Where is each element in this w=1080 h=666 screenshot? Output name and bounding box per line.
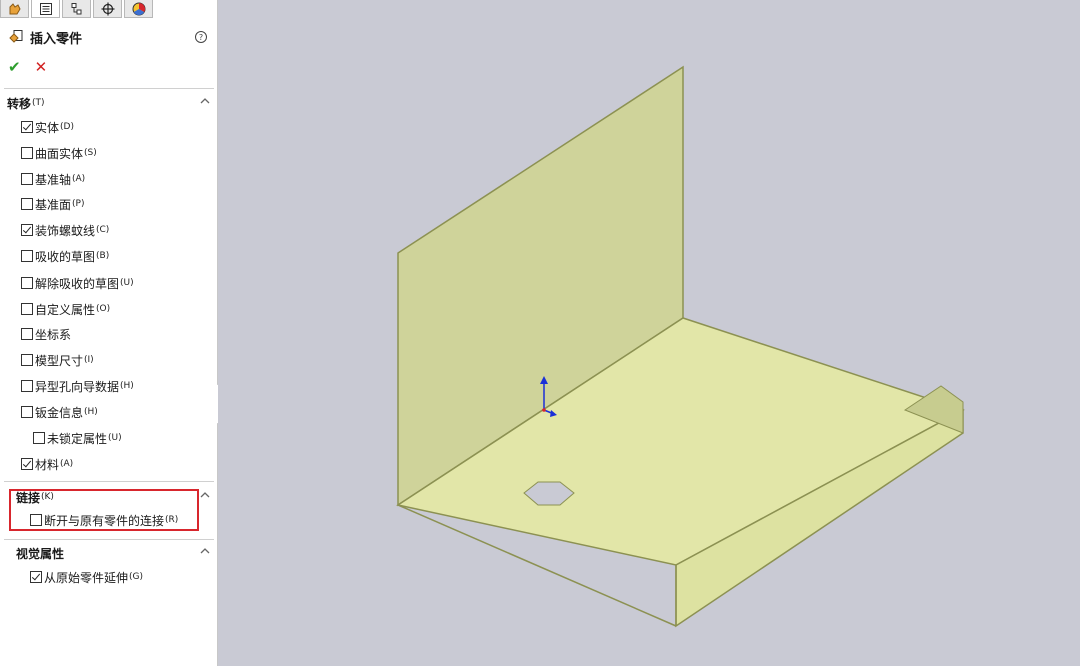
divider <box>4 481 214 482</box>
option-label: 未锁定属性 <box>47 431 108 446</box>
checkbox-unlocked-properties[interactable] <box>33 432 45 444</box>
option-surface-bodies[interactable]: 曲面实体 (S) <box>21 144 97 162</box>
checkbox-sheet-metal-info[interactable] <box>21 406 33 418</box>
option-label: 从原始零件延伸 <box>44 570 129 585</box>
option-label: 曲面实体 <box>35 146 84 161</box>
option-sheet-metal-info[interactable]: 钣金信息 (H) <box>21 403 98 421</box>
divider <box>4 88 214 89</box>
configuration-manager-icon <box>71 2 81 14</box>
option-hotkey: (H) <box>120 381 134 391</box>
feature-manager-icon <box>9 2 21 14</box>
option-coordinate-systems[interactable]: 坐标系 <box>21 325 72 343</box>
option-label: 实体 <box>35 120 60 135</box>
part-model[interactable] <box>218 0 1080 666</box>
option-label: 吸收的草图 <box>35 249 96 264</box>
svg-text:?: ? <box>199 33 203 42</box>
option-hotkey: (S) <box>84 148 97 158</box>
tab-dimxpert-manager[interactable] <box>93 0 122 18</box>
divider <box>4 539 214 540</box>
option-hotkey: (D) <box>60 122 74 132</box>
chevron-up-icon[interactable] <box>199 545 211 557</box>
checkbox-propagate-visual[interactable] <box>30 571 42 583</box>
option-hotkey: (A) <box>60 459 74 469</box>
option-hotkey: (O) <box>96 304 111 314</box>
cancel-button[interactable]: ✕ <box>35 58 48 76</box>
checkbox-model-dimensions[interactable] <box>21 354 33 366</box>
option-label: 坐标系 <box>35 327 72 342</box>
option-model-dimensions[interactable]: 模型尺寸 (I) <box>21 351 94 369</box>
graphics-viewport[interactable] <box>218 0 1080 666</box>
option-label: 装饰螺蚊线 <box>35 223 96 238</box>
panel-title: 插入零件 <box>30 31 83 47</box>
panel-title-row: 插入零件 ? <box>8 27 210 47</box>
chevron-up-icon[interactable] <box>199 489 211 501</box>
option-material[interactable]: 材料 (A) <box>21 455 73 473</box>
option-label: 模型尺寸 <box>35 353 84 368</box>
checkbox-surface-bodies[interactable] <box>21 147 33 159</box>
tab-display-manager[interactable] <box>124 0 153 18</box>
option-hotkey: (I) <box>84 355 94 365</box>
section-transfer-header[interactable]: 转移 (T) <box>7 94 213 112</box>
checkbox-custom-properties[interactable] <box>21 303 33 315</box>
checkbox-coordinate-systems[interactable] <box>21 328 33 340</box>
section-transfer-label: 转移 <box>7 96 32 111</box>
option-hotkey: (P) <box>72 199 85 209</box>
property-manager-icon <box>39 2 52 15</box>
option-hotkey: (C) <box>96 225 110 235</box>
option-label: 材料 <box>35 457 60 472</box>
option-label: 自定义属性 <box>35 302 96 317</box>
help-icon[interactable]: ? <box>194 30 208 44</box>
action-row: ✔ ✕ <box>8 58 47 76</box>
option-solid-bodies[interactable]: 实体 (D) <box>21 118 74 136</box>
option-axes[interactable]: 基准轴 (A) <box>21 170 85 188</box>
option-label: 钣金信息 <box>35 405 84 420</box>
checkbox-planes[interactable] <box>21 198 33 210</box>
option-cosmetic-threads[interactable]: 装饰螺蚊线 (C) <box>21 221 109 239</box>
checkbox-solid-bodies[interactable] <box>21 121 33 133</box>
section-visual-header[interactable]: 视觉属性 <box>16 544 213 562</box>
option-hotkey: (U) <box>120 278 134 288</box>
property-manager-panel: 插入零件 ? ✔ ✕ 转移 (T) 实体 (D) 曲面实体 (S) 基准轴 (A) 基… <box>0 0 218 666</box>
checkbox-hole-wizard-data[interactable] <box>21 380 33 392</box>
option-label: 解除吸收的草图 <box>35 276 120 291</box>
checkbox-axes[interactable] <box>21 173 33 185</box>
display-manager-icon <box>132 2 145 15</box>
option-label: 异型孔向导数据 <box>35 379 120 394</box>
option-hotkey: (G) <box>129 572 144 582</box>
option-unabsorbed-sketches[interactable]: 解除吸收的草图 (U) <box>21 274 134 292</box>
insert-part-icon <box>9 30 23 43</box>
dimxpert-manager-icon <box>101 2 114 15</box>
option-hotkey: (A) <box>72 174 86 184</box>
ok-button[interactable]: ✔ <box>8 58 21 76</box>
option-propagate-visual[interactable]: 从原始零件延伸 (G) <box>30 568 143 586</box>
option-hole-wizard-data[interactable]: 异型孔向导数据 (H) <box>21 377 134 395</box>
option-hotkey: (H) <box>84 407 98 417</box>
option-unlocked-properties[interactable]: 未锁定属性 (U) <box>33 429 122 447</box>
option-hotkey: (B) <box>96 251 110 261</box>
tab-property-manager[interactable] <box>31 0 60 18</box>
checkbox-material[interactable] <box>21 458 33 470</box>
option-label: 基准轴 <box>35 172 72 187</box>
section-visual-label: 视觉属性 <box>16 546 65 561</box>
checkbox-unabsorbed-sketches[interactable] <box>21 277 33 289</box>
tab-feature-manager[interactable] <box>0 0 29 18</box>
checkbox-absorbed-sketches[interactable] <box>21 250 33 262</box>
option-custom-properties[interactable]: 自定义属性 (O) <box>21 300 110 318</box>
option-label: 基准面 <box>35 197 72 212</box>
manager-tabs <box>0 0 155 18</box>
option-planes[interactable]: 基准面 (P) <box>21 195 84 213</box>
chevron-up-icon[interactable] <box>199 95 211 107</box>
checkbox-cosmetic-threads[interactable] <box>21 224 33 236</box>
option-absorbed-sketches[interactable]: 吸收的草图 (B) <box>21 247 109 265</box>
highlight-box <box>9 489 199 531</box>
option-hotkey: (U) <box>108 433 122 443</box>
section-transfer-hotkey: (T) <box>32 98 45 108</box>
tab-configuration-manager[interactable] <box>62 0 91 18</box>
